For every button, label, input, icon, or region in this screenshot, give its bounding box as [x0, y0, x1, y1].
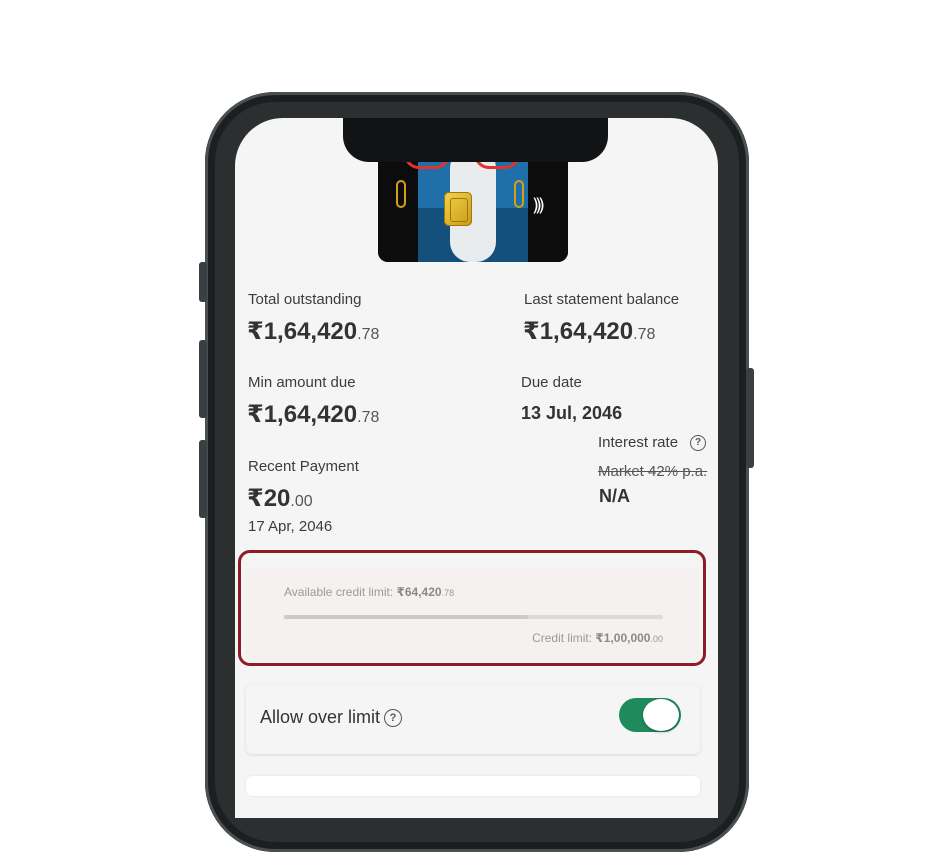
total-outstanding-decimal: .78	[357, 326, 380, 343]
min-amount-due-whole: ₹1,64,420	[247, 401, 358, 428]
phone-power-button	[746, 368, 754, 468]
total-outstanding-label: Total outstanding	[248, 291, 362, 308]
min-amount-due-amount: ₹1,64,420.78	[247, 400, 379, 429]
allow-over-limit-toggle[interactable]	[619, 698, 681, 732]
help-icon[interactable]: ?	[690, 434, 707, 451]
interest-rate-label: Interest rate	[598, 434, 679, 451]
due-date-label: Due date	[521, 374, 582, 391]
total-outstanding-amount: ₹1,64,420.78	[247, 317, 379, 346]
min-amount-due-label: Min amount due	[248, 374, 356, 391]
phone-volume-down-button	[199, 440, 207, 518]
toggle-knob	[643, 699, 679, 731]
card-art-earring-left	[396, 180, 406, 208]
interest-rate-header: Interest rate?	[598, 434, 718, 458]
chip-icon	[444, 192, 472, 226]
min-amount-due-decimal: .78	[357, 409, 380, 426]
help-icon[interactable]: ?	[384, 709, 403, 728]
next-section-card	[246, 776, 700, 796]
last-statement-amount: ₹1,64,420.78	[523, 317, 655, 346]
interest-rate-market: Market 42% p.a.	[598, 463, 718, 485]
recent-payment-date: 17 Apr, 2046	[248, 518, 333, 535]
contactless-icon: )))	[532, 195, 545, 216]
highlight-annotation	[238, 550, 706, 666]
phone-mute-button	[199, 262, 207, 302]
due-date-value: 13 Jul, 2046	[521, 403, 623, 423]
phone-notch	[343, 118, 608, 162]
last-statement-label: Last statement balance	[524, 291, 680, 308]
recent-payment-amount: ₹20.00	[247, 484, 313, 513]
interest-rate-market-text: Market 42% p.a.	[598, 463, 708, 480]
recent-payment-label: Recent Payment	[248, 458, 359, 475]
allow-over-limit-row: Allow over limit?	[246, 684, 700, 754]
allow-over-limit-text: Allow over limit	[260, 707, 381, 727]
recent-payment-decimal: .00	[290, 493, 313, 510]
interest-rate-value: N/A	[599, 486, 630, 506]
allow-over-limit-label: Allow over limit?	[260, 707, 403, 728]
phone-volume-up-button	[199, 340, 207, 418]
last-statement-whole: ₹1,64,420	[523, 318, 634, 345]
last-statement-decimal: .78	[633, 326, 656, 343]
card-art-earring-right	[514, 180, 524, 208]
recent-payment-whole: ₹20	[247, 485, 291, 512]
total-outstanding-whole: ₹1,64,420	[247, 318, 358, 345]
